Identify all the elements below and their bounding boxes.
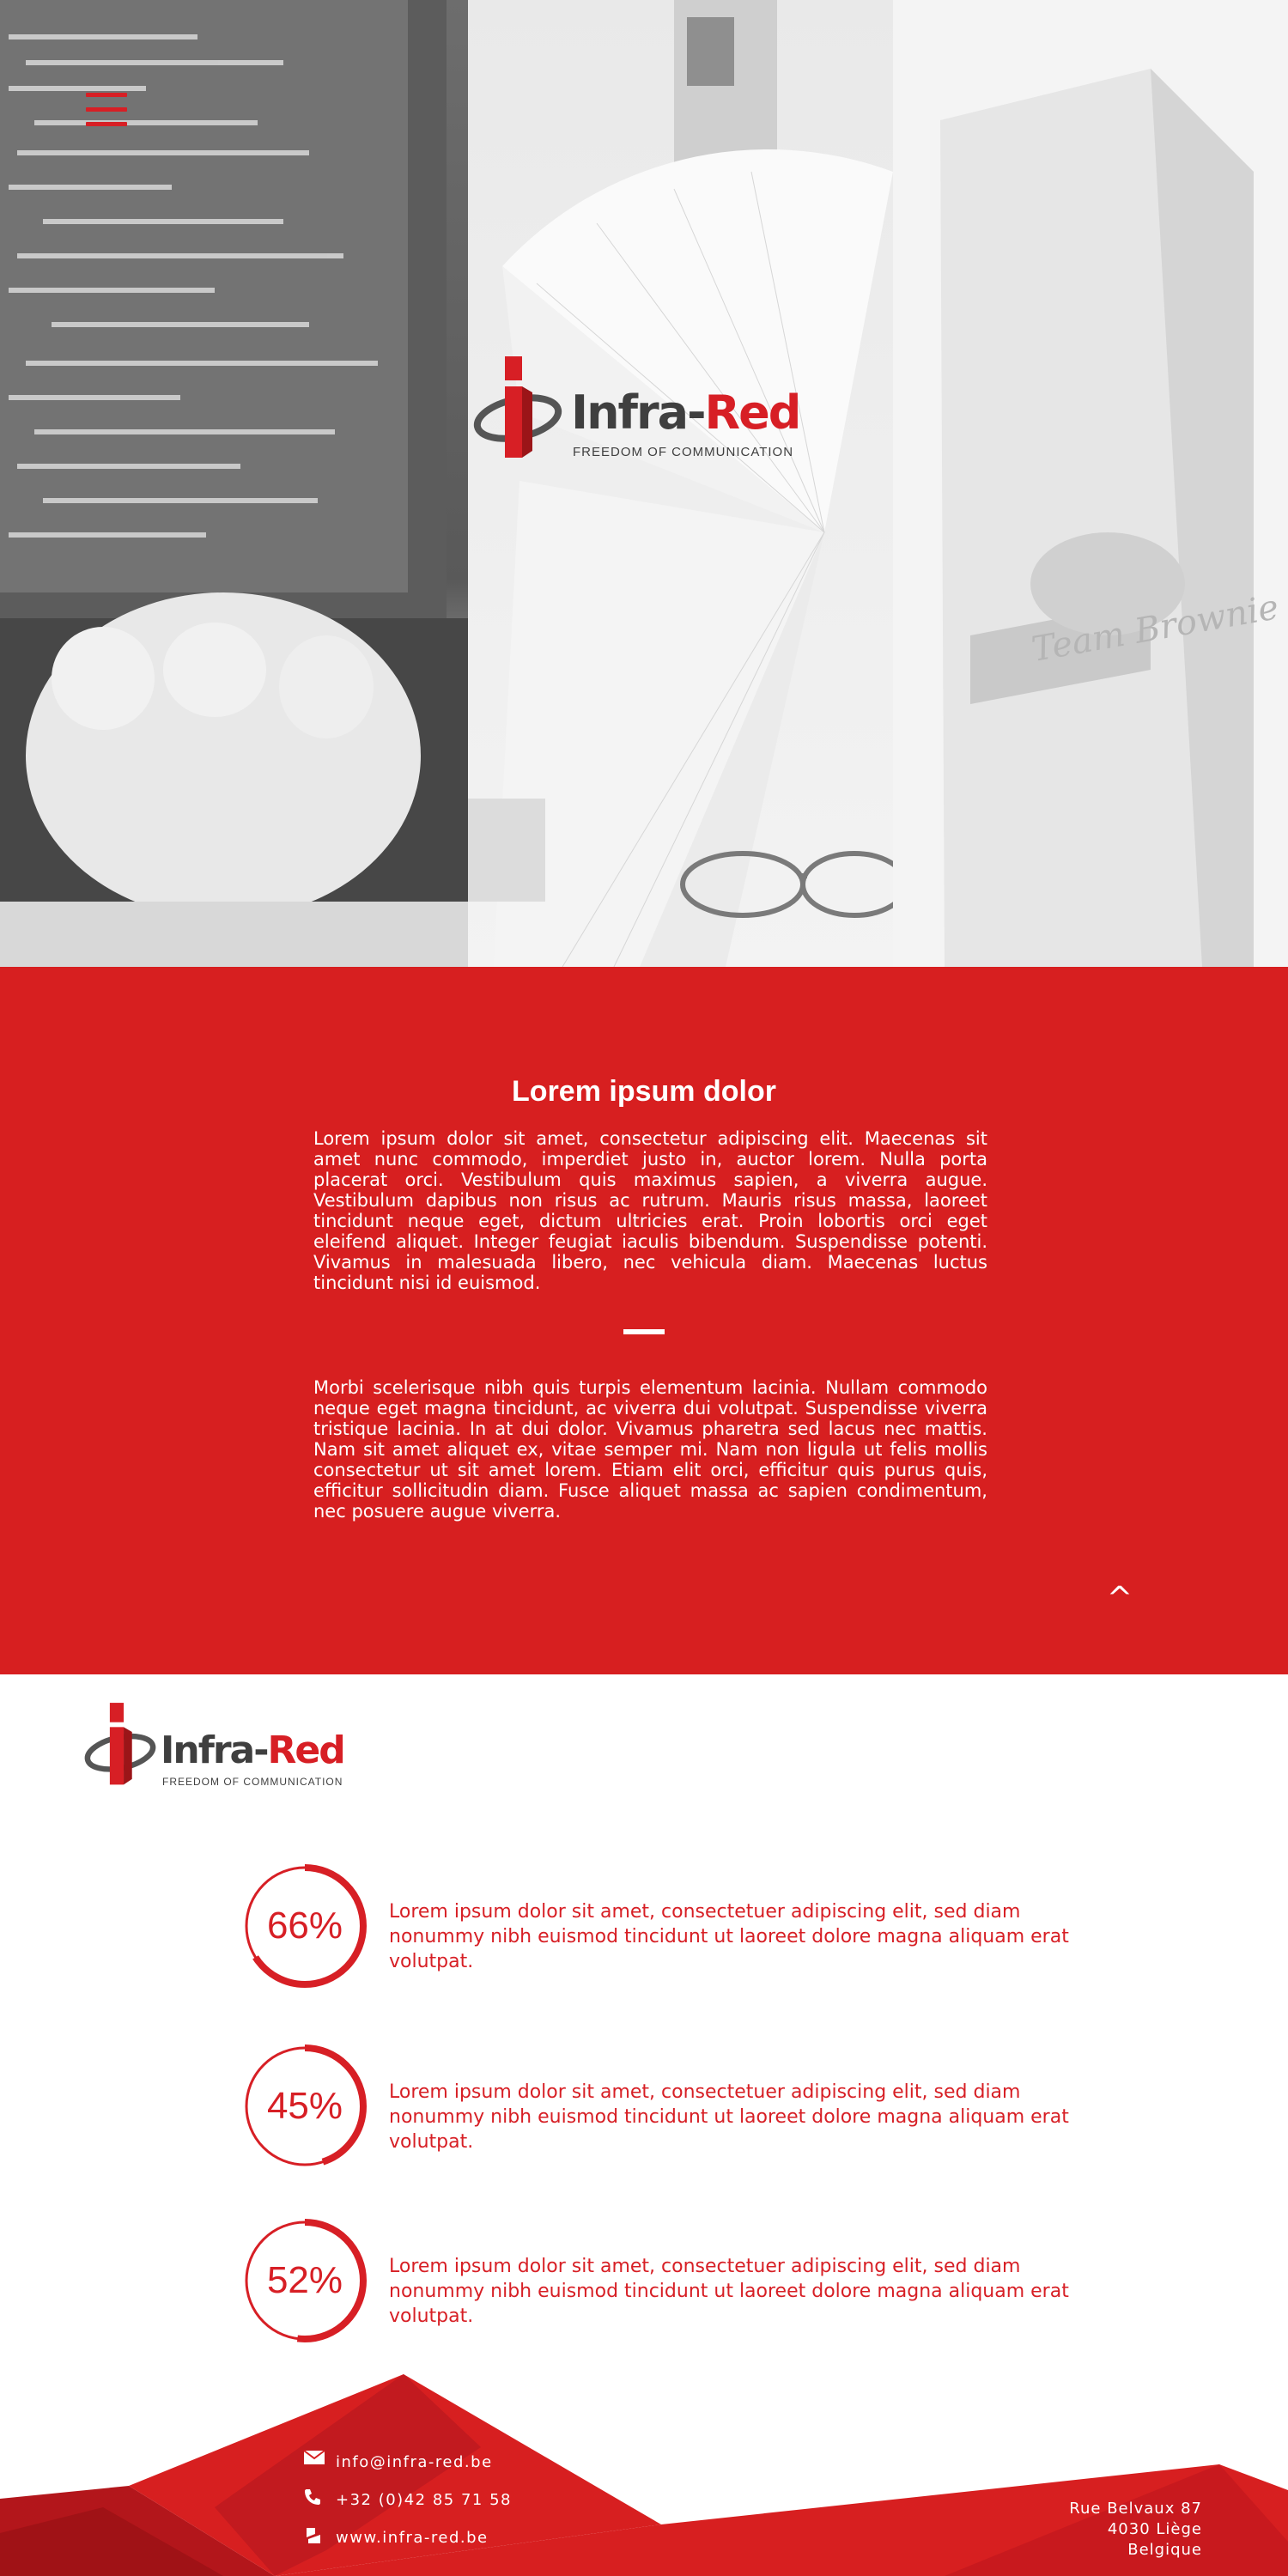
footer-website-text: www.infra-red.be xyxy=(336,2529,489,2547)
footer: info@infra-red.be +32 (0)42 85 71 58 www… xyxy=(0,2370,1288,2576)
intro-paragraph-2: Morbi scelerisque nibh quis turpis eleme… xyxy=(313,1377,987,1522)
logo-word-red: Red xyxy=(267,1728,346,1772)
stat-description: Lorem ipsum dolor sit amet, consectetuer… xyxy=(389,2081,1069,2153)
address-country: Belgique xyxy=(1127,2541,1202,2559)
hero-photo-color-fan xyxy=(468,0,893,967)
logo-tagline: FREEDOM OF COMMUNICATION xyxy=(162,1776,343,1788)
footer-website-link[interactable]: www.infra-red.be xyxy=(303,2525,489,2551)
logo-tagline: FREEDOM OF COMMUNICATION xyxy=(573,445,794,459)
logo-word-infra: Infra- xyxy=(161,1728,269,1772)
footer-brand-logo[interactable]: Infra-Red FREEDOM OF COMMUNICATION xyxy=(82,1696,374,1790)
menu-bar xyxy=(86,107,127,112)
footer-address: Rue Belvaux 87 4030 Liège Belgique xyxy=(1069,2499,1202,2561)
footer-email-link[interactable]: info@infra-red.be xyxy=(303,2450,493,2476)
stat-percent: 66% xyxy=(266,1905,343,1947)
address-street: Rue Belvaux 87 xyxy=(1069,2500,1202,2518)
hamburger-menu-icon[interactable] xyxy=(86,93,131,129)
hero-photo-coding xyxy=(0,0,468,967)
scroll-to-top-button[interactable]: ^ xyxy=(1106,1583,1133,1614)
section-divider xyxy=(623,1329,665,1334)
stat-percent: 52% xyxy=(266,2259,343,2301)
stat-description: Lorem ipsum dolor sit amet, consectetuer… xyxy=(389,2256,1069,2327)
stat-item: 66% Lorem ipsum dolor sit amet, consecte… xyxy=(242,1863,1118,1992)
footer-phone-text: +32 (0)42 85 71 58 xyxy=(336,2491,512,2509)
intro-title: Lorem ipsum dolor xyxy=(512,1075,776,1108)
footer-phone-link[interactable]: +32 (0)42 85 71 58 xyxy=(303,2488,512,2513)
hero-photo-packaging: Team Brownie xyxy=(893,0,1288,967)
hero-section: Team Brownie Infra-Red FREEDOM OF COMMUN… xyxy=(0,0,1288,967)
logo-word-red: Red xyxy=(704,386,802,440)
menu-bar xyxy=(86,93,127,97)
footer-email-text: info@infra-red.be xyxy=(336,2453,493,2471)
stat-item: 45% Lorem ipsum dolor sit amet, consecte… xyxy=(242,2044,1118,2172)
brand-logo[interactable]: Infra-Red FREEDOM OF COMMUNICATION xyxy=(471,348,814,468)
logo-mark-icon xyxy=(473,356,562,458)
intro-section: Lorem ipsum dolor Lorem ipsum dolor sit … xyxy=(0,967,1288,1674)
stat-percent: 45% xyxy=(266,2085,343,2127)
menu-bar xyxy=(86,122,127,126)
logo-word-infra: Infra- xyxy=(571,386,707,440)
stat-item: 52% Lorem ipsum dolor sit amet, consecte… xyxy=(242,2218,1118,2347)
stat-description: Lorem ipsum dolor sit amet, consectetuer… xyxy=(389,1901,1069,1972)
intro-paragraph-1: Lorem ipsum dolor sit amet, consectetur … xyxy=(313,1128,987,1293)
logo-mark-icon xyxy=(84,1703,156,1785)
address-city: 4030 Liège xyxy=(1107,2520,1202,2538)
